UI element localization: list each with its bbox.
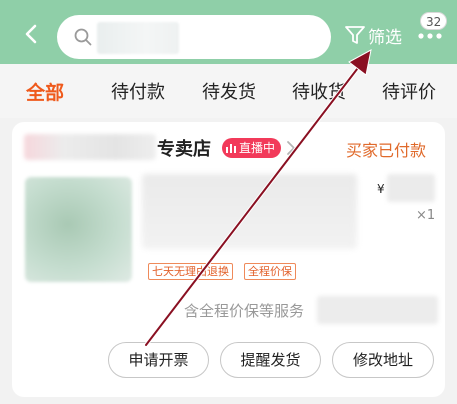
filter-button[interactable]: 筛选 <box>344 22 402 48</box>
product-title-blurred[interactable] <box>142 174 357 249</box>
order-tabs: 全部 待付款 待发货 待收货 待评价 <box>0 64 457 118</box>
filter-label: 筛选 <box>368 27 402 48</box>
service-text: 含全程价保等服务 <box>184 302 305 320</box>
tab-all[interactable]: 全部 <box>26 78 64 105</box>
search-query-blurred <box>97 22 179 54</box>
remind-shipment-button[interactable]: 提醒发货 <box>220 342 321 378</box>
top-bar: 筛选 32 <box>0 0 457 64</box>
tab-pending-payment[interactable]: 待付款 <box>111 78 165 104</box>
more-button[interactable] <box>416 28 444 44</box>
order-status: 买家已付款 <box>346 141 427 160</box>
search-input[interactable] <box>57 15 331 59</box>
currency-symbol: ¥ <box>377 182 385 196</box>
tag-price-protection: 全程价保 <box>244 263 296 280</box>
search-icon <box>74 28 92 46</box>
request-invoice-button[interactable]: 申请开票 <box>108 342 209 378</box>
tag-seven-day-return: 七天无理由退换 <box>148 263 233 280</box>
live-label: 直播中 <box>239 141 276 155</box>
message-count-badge: 32 <box>420 12 448 30</box>
product-image[interactable] <box>25 177 132 282</box>
live-bars-icon <box>226 144 236 153</box>
change-address-button[interactable]: 修改地址 <box>332 342 434 378</box>
order-card[interactable]: 专卖店 直播中 买家已付款 ¥ ×1 七天无理由退换 全程价保 含全程价保等服务… <box>12 122 445 397</box>
chevron-right-icon[interactable] <box>286 140 296 156</box>
more-dots-icon <box>418 33 442 39</box>
tab-pending-receipt[interactable]: 待收货 <box>292 78 346 104</box>
tab-pending-review[interactable]: 待评价 <box>382 78 436 104</box>
price-blurred <box>387 174 435 202</box>
live-badge[interactable]: 直播中 <box>222 138 282 158</box>
tab-pending-shipment[interactable]: 待发货 <box>202 78 256 104</box>
shop-name[interactable]: 专卖店 <box>157 135 211 161</box>
quantity: ×1 <box>416 208 436 223</box>
chevron-left-icon <box>25 24 37 44</box>
funnel-icon <box>345 26 365 44</box>
service-detail-blurred <box>317 296 438 324</box>
back-button[interactable] <box>20 22 44 46</box>
shop-logo-blurred <box>24 134 156 160</box>
